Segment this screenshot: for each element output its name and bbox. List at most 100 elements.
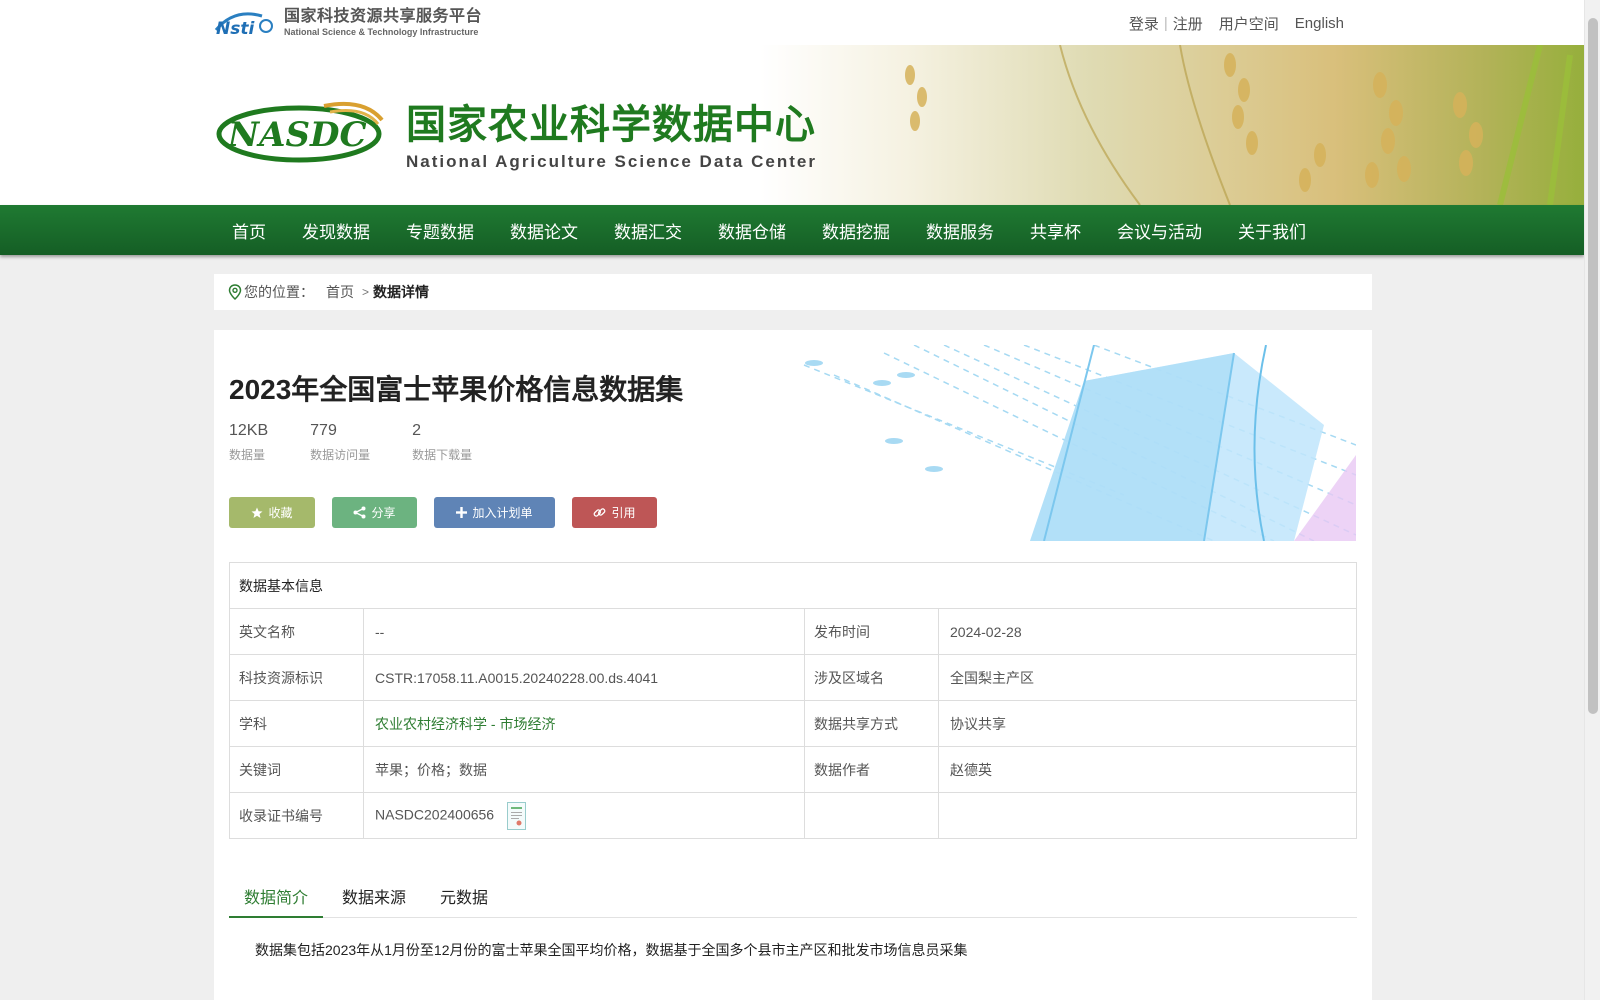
cite-button[interactable]: 引用 (572, 497, 657, 528)
nsti-name-cn: 国家科技资源共享服务平台 (284, 8, 483, 25)
page-scrollbar[interactable] (1584, 0, 1600, 1000)
stat-label: 数据量 (229, 448, 266, 462)
certificate-thumbnail-icon[interactable] (506, 801, 526, 830)
rice-banner-image (760, 45, 1584, 205)
tab-intro[interactable]: 数据简介 (229, 888, 324, 918)
top-links: 登录 | 注册 用户空间 English (1129, 13, 1344, 34)
table-row: 学科 农业农村经济科学 - 市场经济 数据共享方式 协议共享 (229, 700, 1357, 747)
cite-label: 引用 (611, 506, 636, 520)
field-value: 全国梨主产区 (938, 654, 1357, 701)
favorite-label: 收藏 (268, 506, 293, 520)
site-banner: NASDC 国家农业科学数据中心 National Agriculture Sc… (0, 45, 1584, 205)
share-label: 分享 (371, 506, 396, 520)
rice-grain-art (905, 45, 1573, 205)
nav-item[interactable]: 会议与活动 (1099, 218, 1220, 243)
dataset-description: 数据集包括2023年从1月份至12月份的富士苹果全国平均价格，数据基于全国多个县… (255, 942, 968, 958)
svg-text:NASDC: NASDC (227, 115, 367, 155)
basic-info-table: 数据基本信息 英文名称 -- 发布时间 2024-02-28 科技资源标识 CS… (229, 562, 1357, 839)
favorite-button[interactable]: 收藏 (229, 497, 315, 528)
english-link[interactable]: English (1295, 15, 1344, 32)
nav-item[interactable]: 数据挖掘 (804, 218, 908, 243)
center-name-en: National Agriculture Science Data Center (406, 152, 817, 171)
stat-data-size: 12KB 数据量 (229, 422, 268, 463)
certificate-number: NASDC202400656 (375, 806, 495, 823)
nav-item[interactable]: 数据论文 (492, 218, 596, 243)
breadcrumb-home[interactable]: 首页 (326, 282, 354, 302)
nav-item[interactable]: 发现数据 (284, 218, 388, 243)
subject-link[interactable]: 农业农村经济科学 - 市场经济 (375, 716, 555, 732)
stat-label: 数据下载量 (412, 448, 473, 462)
table-heading: 数据基本信息 (229, 562, 1357, 609)
detail-tabs: 数据简介 数据来源 元数据 (229, 888, 1357, 918)
stat-value: 12KB (229, 422, 269, 439)
field-label: 数据作者 (804, 746, 939, 793)
login-link[interactable]: 登录 (1129, 13, 1159, 34)
field-label: 涉及区域名 (804, 654, 939, 701)
svg-text:Nsti: Nsti (216, 19, 255, 36)
data-cube-illustration (794, 345, 1356, 541)
field-label: 关键词 (229, 746, 364, 793)
nav-item[interactable]: 共享杯 (1012, 218, 1099, 243)
link-icon (594, 508, 606, 517)
field-value: NASDC202400656 (363, 792, 805, 839)
scrollbar-thumb[interactable] (1588, 18, 1598, 714)
center-name-cn: 国家农业科学数据中心 (406, 102, 816, 148)
nav-item[interactable]: 专题数据 (388, 218, 492, 243)
plus-icon (456, 507, 468, 518)
share-icon (353, 506, 366, 519)
main-nav: 首页 发现数据 专题数据 数据论文 数据汇交 数据仓储 数据挖掘 数据服务 共享杯 会议与活动 关于… (0, 205, 1584, 255)
user-space-link[interactable]: 用户空间 (1219, 13, 1279, 34)
breadcrumb-prefix: 您的位置： (244, 284, 314, 300)
dataset-title: 2023年全国富士苹果价格信息数据集 (229, 374, 684, 405)
dataset-stats: 12KB 数据量 779 数据访问量 2 数据下载量 (229, 422, 514, 463)
breadcrumb: 您的位置： 首页 > 数据详情 (214, 274, 1372, 310)
stat-visits: 779 数据访问量 (310, 422, 370, 463)
add-to-plan-button[interactable]: 加入计划单 (434, 497, 555, 528)
nav-item[interactable]: 首页 (214, 218, 284, 243)
tab-metadata[interactable]: 元数据 (425, 888, 503, 918)
nav-item[interactable]: 数据仓储 (700, 218, 804, 243)
field-label: 数据共享方式 (804, 700, 939, 747)
field-value: 赵德英 (938, 746, 1357, 793)
add-to-plan-label: 加入计划单 (472, 506, 533, 520)
field-value: 苹果；价格；数据 (363, 746, 805, 793)
nasdc-logo[interactable]: NASDC 国家农业科学数据中心 National Agriculture Sc… (214, 92, 817, 172)
star-icon (251, 507, 263, 518)
field-value: CSTR:17058.11.A0015.20240228.00.ds.4041 (363, 654, 805, 701)
field-label: 发布时间 (804, 608, 939, 655)
stat-label: 数据访问量 (310, 448, 371, 462)
register-link[interactable]: 注册 (1173, 13, 1203, 34)
nsti-name-en: National Science & Technology Infrastruc… (284, 27, 479, 37)
nav-item[interactable]: 数据服务 (908, 218, 1012, 243)
field-value: 农业农村经济科学 - 市场经济 (363, 700, 805, 747)
table-row: 关键词 苹果；价格；数据 数据作者 赵德英 (229, 746, 1357, 793)
breadcrumb-current: 数据详情 (373, 284, 430, 300)
chevron-right-icon: > (362, 285, 370, 299)
table-row: 英文名称 -- 发布时间 2024-02-28 (229, 608, 1357, 655)
field-label: 收录证书编号 (229, 792, 364, 839)
field-value (938, 792, 1357, 839)
field-label: 学科 (229, 700, 364, 747)
dataset-card: 2023年全国富士苹果价格信息数据集 12KB 数据量 779 数据访问量 2 … (214, 330, 1372, 1000)
nasdc-emblem-icon: NASDC (216, 101, 384, 163)
nsti-logo[interactable]: Nsti 国家科技资源共享服务平台 National Science & Tec… (214, 8, 482, 38)
field-label: 科技资源标识 (229, 654, 364, 701)
share-button[interactable]: 分享 (332, 497, 417, 528)
field-value: -- (363, 608, 805, 655)
table-row: 科技资源标识 CSTR:17058.11.A0015.20240228.00.d… (229, 654, 1357, 701)
nsti-logo-icon: Nsti (214, 12, 273, 36)
stat-value: 2 (412, 422, 422, 439)
nav-item[interactable]: 数据汇交 (596, 218, 700, 243)
stat-value: 779 (310, 422, 337, 439)
stat-downloads: 2 数据下载量 (412, 422, 472, 463)
location-pin-icon (228, 284, 242, 300)
table-row: 收录证书编号 NASDC202400656 (229, 792, 1357, 839)
nav-item[interactable]: 关于我们 (1220, 218, 1324, 243)
field-label (804, 792, 939, 839)
tab-source[interactable]: 数据来源 (327, 888, 421, 918)
field-label: 英文名称 (229, 608, 364, 655)
action-buttons: 收藏 分享 加入计划单 引用 (229, 497, 674, 528)
field-value: 协议共享 (938, 700, 1357, 747)
table-heading-row: 数据基本信息 (229, 562, 1357, 609)
link-divider: | (1163, 15, 1168, 32)
